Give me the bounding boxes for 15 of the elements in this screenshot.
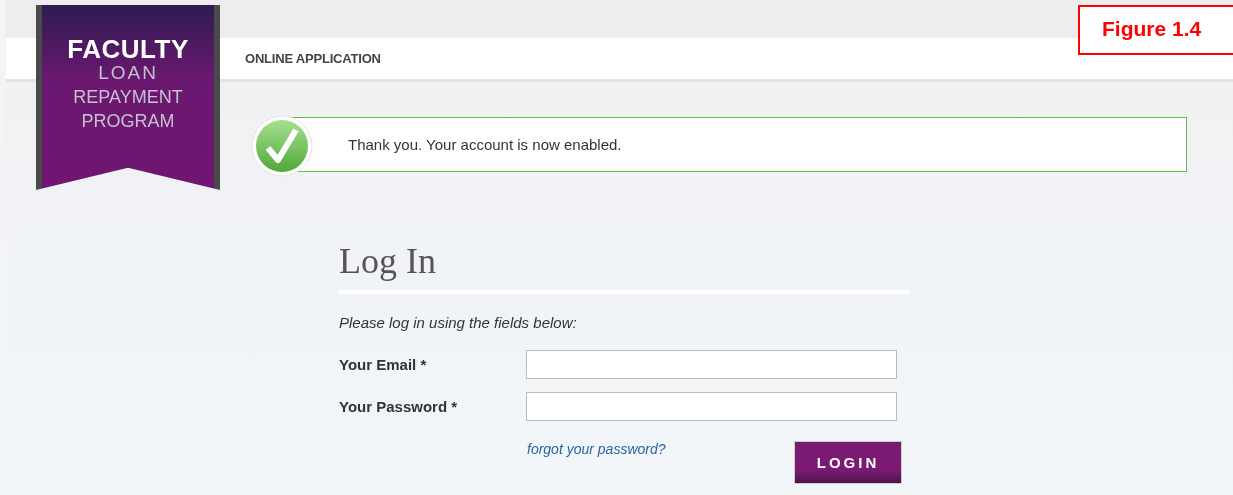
logo-text: LOAN	[98, 61, 158, 85]
login-heading: Log In	[339, 240, 909, 294]
field-label: Your Email *	[339, 355, 428, 373]
nav-title: ONLINE APPLICATION	[245, 51, 381, 66]
logo-text: REPAYMENT	[73, 86, 183, 109]
input-field[interactable]	[526, 349, 897, 379]
logo-text: PROGRAM	[81, 110, 175, 133]
field-label: Your Password *	[339, 397, 459, 415]
forgot-password-link[interactable]: forgot your password?	[527, 441, 666, 457]
login-button[interactable]: LOGIN	[794, 441, 902, 484]
input-field[interactable]	[526, 391, 897, 421]
instructions-text: Please log in using the fields below:	[339, 314, 578, 331]
logo-text: FACULTY	[67, 37, 189, 61]
message-text: Thank you. Your account is now enabled.	[348, 136, 622, 153]
figure-label: Figure 1.4	[1078, 5, 1233, 55]
